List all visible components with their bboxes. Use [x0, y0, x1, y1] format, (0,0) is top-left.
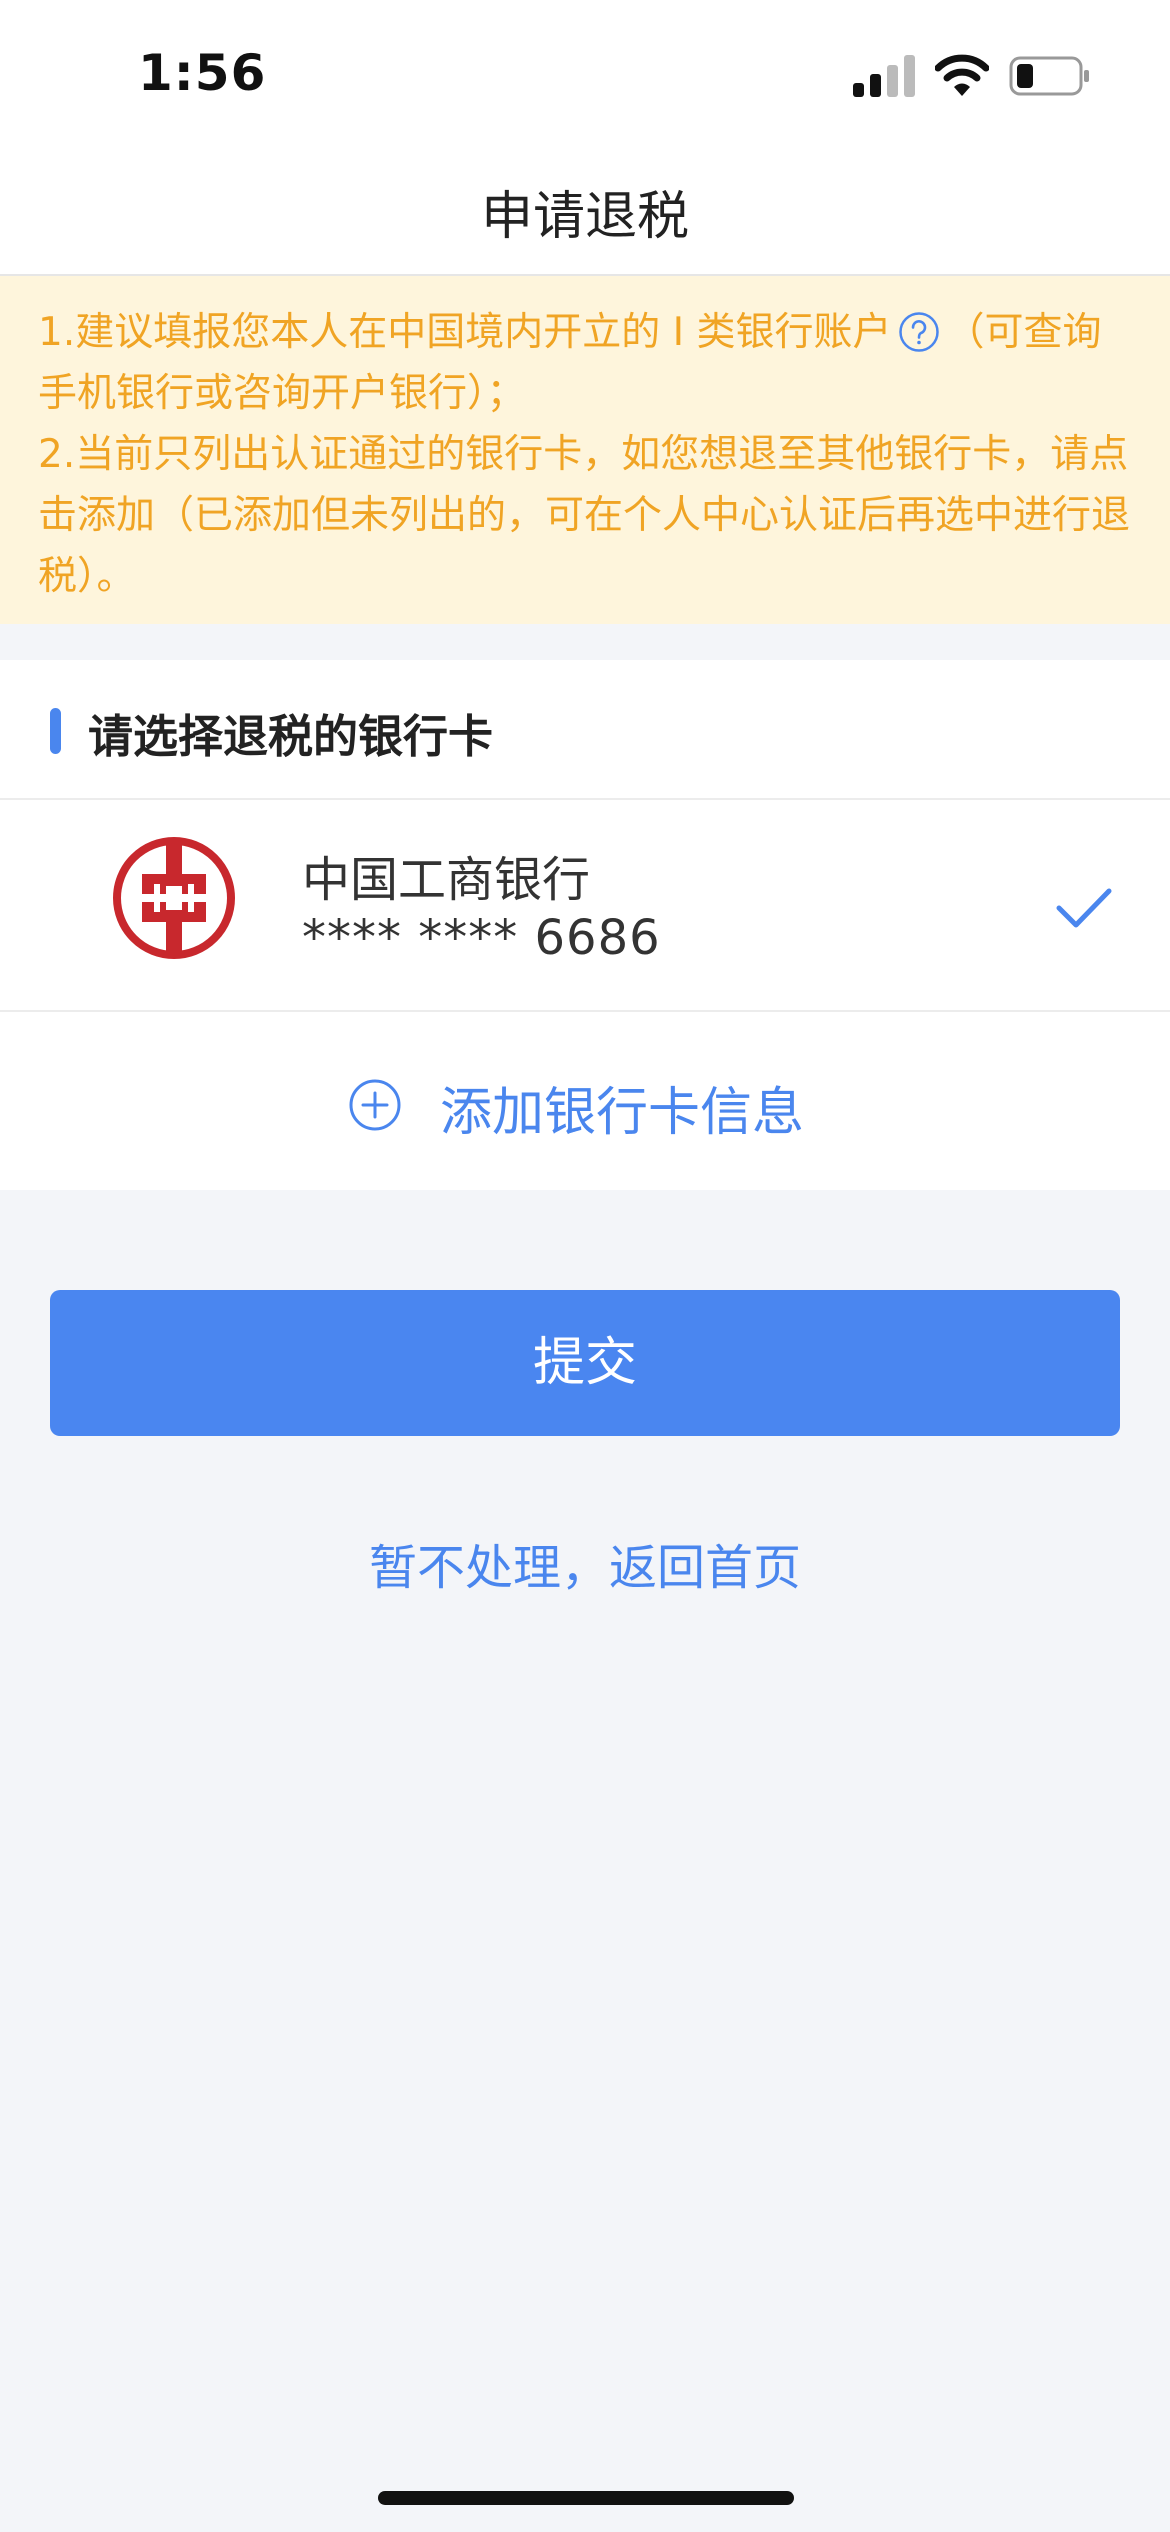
submit-button[interactable]: 提交	[50, 1290, 1120, 1436]
notice-line-2: 2.当前只列出认证通过的银行卡，如您想退至其他银行卡，请点击添加（已添加但未列出…	[38, 432, 1131, 599]
notice-line-1-text: 1.建议填报您本人在中国境内开立的 I 类银行账户	[38, 310, 892, 355]
checkmark-icon	[1056, 888, 1112, 928]
battery-icon	[1009, 56, 1089, 96]
section-header: 请选择退税的银行卡	[0, 660, 1170, 800]
bank-card-item[interactable]: 中国工商银行 **** **** 6686	[0, 800, 1170, 1012]
help-icon[interactable]	[898, 311, 940, 353]
screen: 1:56 申请退税 1.建议填报您本人在中国境内开立的 I 类银行账户 （可查询…	[0, 0, 1170, 2532]
page-title: 申请退税	[480, 187, 689, 247]
bank-card-section: 请选择退税的银行卡 中国工商银行 **** **** 6686 添加银行卡信息	[0, 660, 1170, 1190]
section-accent-bar	[50, 708, 61, 754]
wifi-icon	[935, 54, 989, 96]
card-number: **** **** 6686	[302, 910, 661, 966]
notice-line-1: 1.建议填报您本人在中国境内开立的 I 类银行账户 （可查询手机银行或咨询开户银…	[38, 302, 1132, 424]
cellular-signal-icon	[853, 55, 915, 97]
plus-circle-icon	[349, 1079, 401, 1131]
status-bar: 1:56	[0, 0, 1170, 140]
status-time: 1:56	[138, 44, 267, 102]
back-to-home-link[interactable]: 暂不处理，返回首页	[0, 1528, 1170, 1598]
home-indicator[interactable]	[378, 2491, 794, 2505]
section-title: 请选择退税的银行卡	[88, 710, 494, 763]
nav-bar: 申请退税	[0, 140, 1170, 276]
bank-name: 中国工商银行	[302, 852, 591, 908]
icbc-logo-icon	[113, 837, 235, 959]
add-bank-card-button[interactable]: 添加银行卡信息	[0, 1014, 1170, 1190]
add-bank-card-label: 添加银行卡信息	[440, 1083, 805, 1143]
notice-banner: 1.建议填报您本人在中国境内开立的 I 类银行账户 （可查询手机银行或咨询开户银…	[0, 276, 1170, 624]
